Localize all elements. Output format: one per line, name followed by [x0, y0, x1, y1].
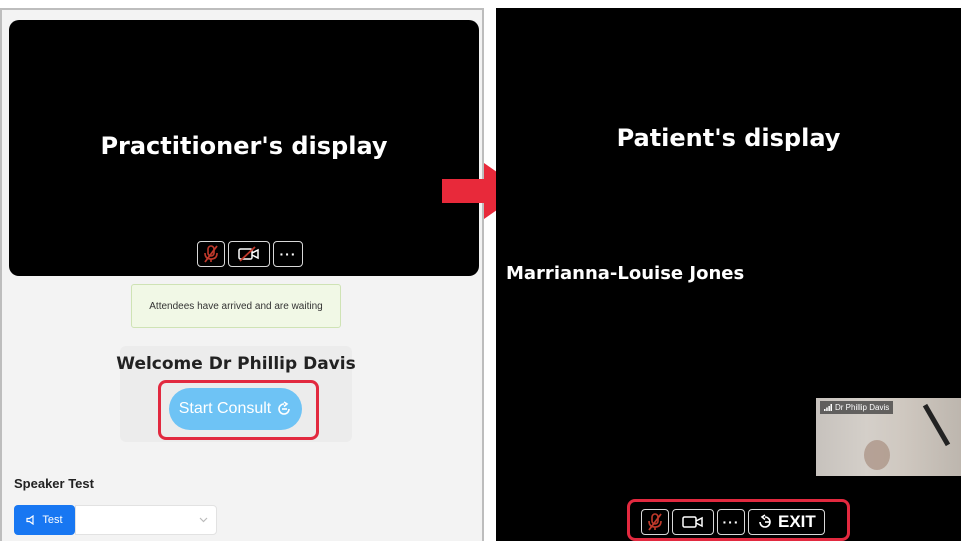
speaker-test-button[interactable]: Test [14, 505, 75, 535]
start-consult-button[interactable]: Start Consult [169, 388, 302, 430]
exit-label: EXIT [778, 512, 816, 531]
speaker-test-button-label: Test [42, 514, 63, 526]
attendees-waiting-notice: Attendees have arrived and are waiting [131, 284, 341, 328]
speaker-test-label: Speaker Test [14, 476, 94, 491]
practitioner-call-controls: ··· [197, 241, 303, 267]
camera-icon [682, 516, 703, 528]
mic-toggle-button[interactable] [641, 509, 669, 535]
patient-call-controls: ··· EXIT [641, 509, 825, 535]
mic-muted-icon [204, 245, 218, 263]
camera-off-icon [238, 246, 259, 262]
practitioner-video-area: Practitioner's display ··· [9, 20, 479, 276]
patient-caption: Patient's display [616, 124, 841, 152]
rotate-left-icon [759, 514, 771, 528]
welcome-heading: Welcome Dr Phillip Davis [116, 354, 356, 374]
self-view-name: Dr Phillip Davis [835, 403, 890, 412]
camera-toggle-button[interactable] [228, 241, 270, 267]
more-options-button[interactable]: ··· [717, 509, 745, 535]
exit-button[interactable]: EXIT [748, 509, 825, 535]
chevron-down-icon [199, 517, 208, 523]
practitioner-caption: Practitioner's display [100, 132, 388, 160]
mic-toggle-button[interactable] [197, 241, 225, 267]
signal-icon [824, 404, 832, 411]
comparison-screenshot: Practitioner's display ··· Attendees hav… [0, 0, 961, 541]
camera-toggle-button[interactable] [672, 509, 714, 535]
participant-face [864, 440, 890, 470]
speaker-select[interactable] [75, 505, 217, 535]
more-options-button[interactable]: ··· [273, 241, 303, 267]
mic-muted-icon [648, 513, 662, 531]
self-view-thumbnail: Dr Phillip Davis [816, 398, 961, 476]
start-consult-label: Start Consult [178, 400, 272, 417]
speaker-icon [26, 515, 35, 525]
patient-panel: Patient's display Marrianna-Louise Jones… [496, 8, 961, 541]
self-view-name-tag: Dr Phillip Davis [820, 401, 894, 414]
practitioner-panel: Practitioner's display ··· Attendees hav… [0, 8, 484, 541]
participant-pen [922, 403, 951, 447]
rotate-right-icon [278, 401, 291, 415]
patient-name: Marrianna-Louise Jones [506, 263, 745, 284]
